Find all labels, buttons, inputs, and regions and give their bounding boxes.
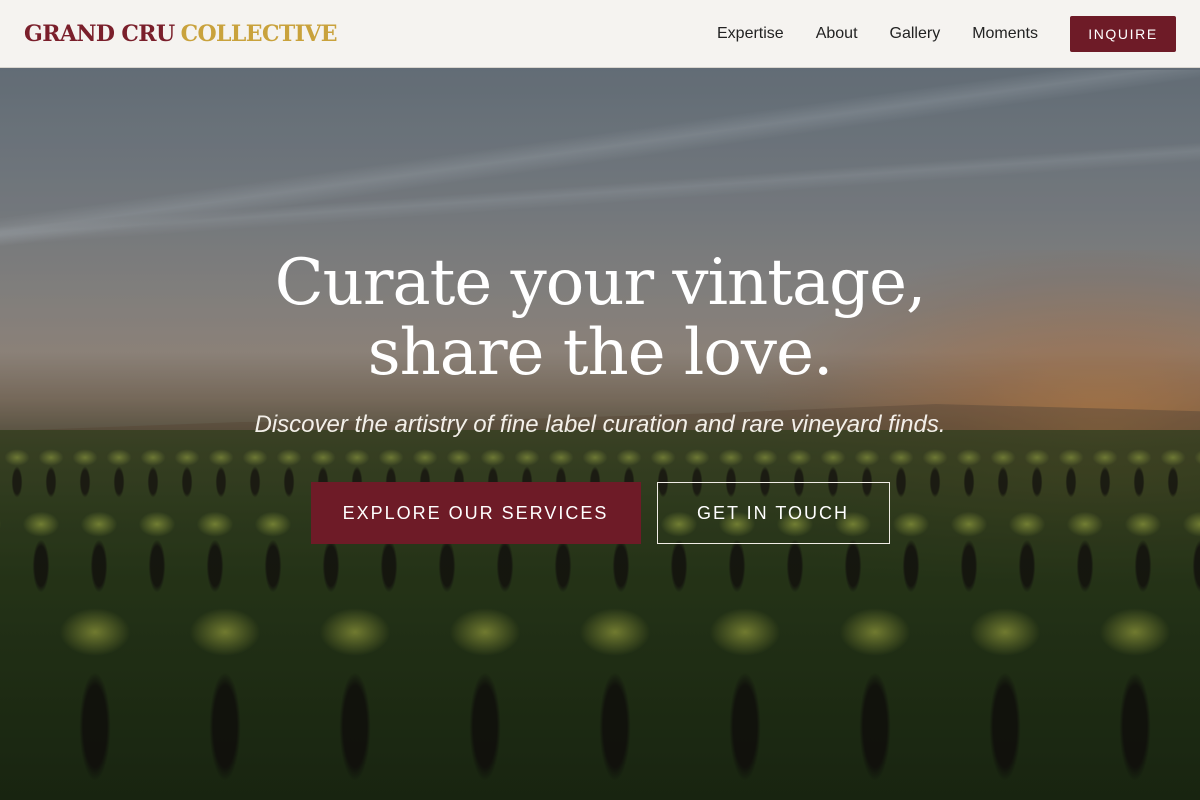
hero-title-line-2: share the love. — [367, 316, 834, 390]
nav-link-about[interactable]: About — [816, 25, 858, 43]
nav-link-gallery[interactable]: Gallery — [890, 25, 941, 43]
brand-name-primary: GRAND CRU — [24, 20, 175, 47]
hero-title: Curate your vintage, share the love. — [0, 248, 1200, 388]
brand-logo[interactable]: GRAND CRU COLLECTIVE — [24, 20, 338, 47]
hero-actions: EXPLORE OUR SERVICES GET IN TOUCH — [0, 482, 1200, 544]
inquire-button[interactable]: INQUIRE — [1070, 15, 1176, 52]
brand-name-secondary: COLLECTIVE — [180, 20, 338, 47]
hero-title-line-1: Curate your vintage, — [274, 246, 927, 320]
hero-section: Curate your vintage, share the love. Dis… — [0, 248, 1200, 544]
explore-services-button[interactable]: EXPLORE OUR SERVICES — [310, 482, 641, 544]
nav-link-moments[interactable]: Moments — [972, 25, 1038, 43]
site-header: GRAND CRU COLLECTIVE Expertise About Gall… — [0, 0, 1200, 68]
hero-subtitle: Discover the artistry of fine label cura… — [254, 411, 946, 438]
get-in-touch-button[interactable]: GET IN TOUCH — [656, 482, 890, 544]
main-nav: Expertise About Gallery Moments INQUIRE — [717, 15, 1176, 52]
nav-link-expertise[interactable]: Expertise — [717, 25, 784, 43]
